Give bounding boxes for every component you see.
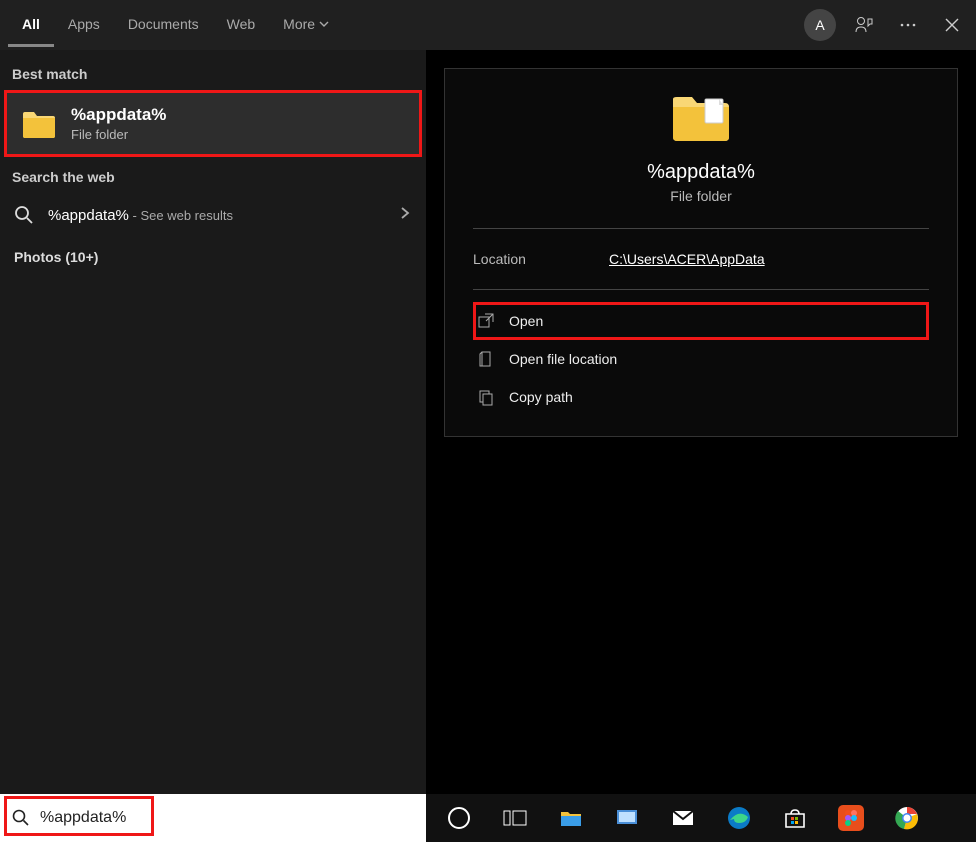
- preview-title: %appdata%: [647, 161, 755, 184]
- best-match-label: Best match: [0, 58, 426, 90]
- best-match-title: %appdata%: [71, 105, 166, 125]
- action-copy-path[interactable]: Copy path: [473, 378, 929, 416]
- action-open-label: Open: [509, 313, 543, 329]
- action-open-location[interactable]: Open file location: [473, 340, 929, 378]
- more-options-icon[interactable]: [892, 9, 924, 41]
- preview-subtitle: File folder: [670, 188, 731, 204]
- location-label: Location: [473, 251, 609, 267]
- preview-pane: %appdata% File folder Location C:\Users\…: [426, 50, 976, 794]
- feedback-icon[interactable]: [848, 9, 880, 41]
- chevron-down-icon: [319, 16, 329, 32]
- tab-all[interactable]: All: [8, 4, 54, 47]
- tab-more[interactable]: More: [269, 4, 343, 47]
- tab-more-label: More: [283, 16, 315, 32]
- search-icon: [14, 205, 34, 225]
- open-icon: [477, 312, 495, 330]
- figma-icon[interactable]: [838, 805, 864, 831]
- edge-icon[interactable]: [726, 805, 752, 831]
- web-section-label: Search the web: [0, 161, 426, 193]
- store-icon[interactable]: [782, 805, 808, 831]
- highlight-annotation: [4, 796, 154, 836]
- location-path[interactable]: C:\Users\ACER\AppData: [609, 251, 765, 267]
- close-icon[interactable]: [936, 9, 968, 41]
- tab-documents[interactable]: Documents: [114, 4, 213, 47]
- app-icon-1[interactable]: [614, 805, 640, 831]
- file-location-icon: [477, 350, 495, 368]
- action-open-location-label: Open file location: [509, 351, 617, 367]
- filter-tabs: All Apps Documents Web More: [8, 4, 343, 47]
- search-box[interactable]: [0, 794, 426, 842]
- web-query: %appdata%: [48, 207, 129, 224]
- mail-icon[interactable]: [670, 805, 696, 831]
- folder-icon: [21, 108, 57, 140]
- tab-apps[interactable]: Apps: [54, 4, 114, 47]
- search-header: All Apps Documents Web More A: [0, 0, 976, 50]
- copy-icon: [477, 388, 495, 406]
- user-avatar[interactable]: A: [804, 9, 836, 41]
- action-copy-path-label: Copy path: [509, 389, 573, 405]
- taskbar: [0, 794, 976, 842]
- tab-web[interactable]: Web: [213, 4, 270, 47]
- photos-result[interactable]: Photos (10+): [0, 237, 426, 277]
- web-search-result[interactable]: %appdata% - See web results: [0, 193, 426, 237]
- action-open[interactable]: Open: [473, 302, 929, 340]
- web-suffix: - See web results: [129, 208, 233, 223]
- chrome-icon[interactable]: [894, 805, 920, 831]
- results-pane: Best match %appdata% File folder Search …: [0, 50, 426, 794]
- best-match-subtitle: File folder: [71, 127, 166, 142]
- folder-large-icon: [669, 89, 733, 145]
- task-view-icon[interactable]: [502, 805, 528, 831]
- cortana-icon[interactable]: [446, 805, 472, 831]
- file-explorer-icon[interactable]: [558, 805, 584, 831]
- best-match-result[interactable]: %appdata% File folder: [4, 90, 422, 157]
- chevron-right-icon: [398, 206, 412, 225]
